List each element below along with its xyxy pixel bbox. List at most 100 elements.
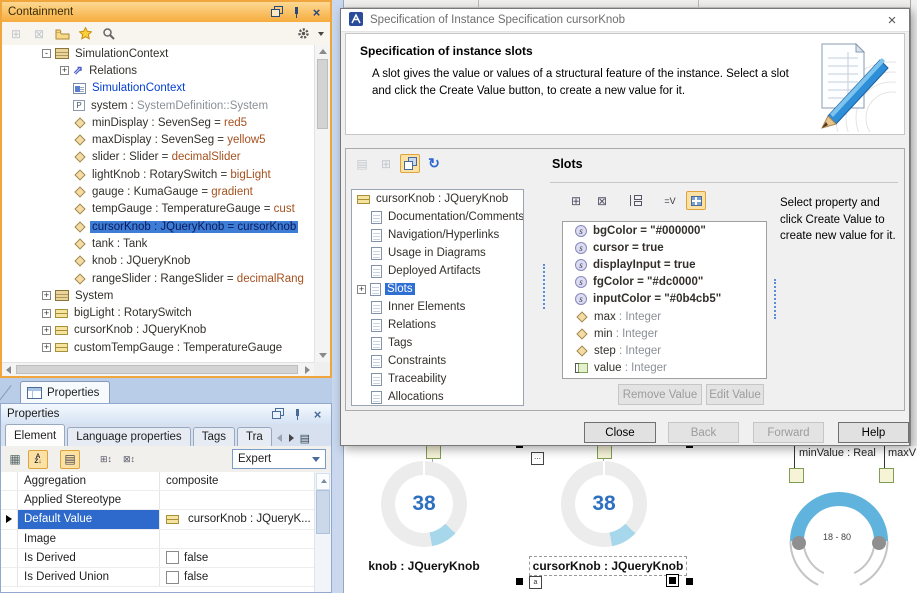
tab-list-menu-icon[interactable] (298, 430, 312, 446)
forward-button[interactable]: Forward (753, 422, 824, 443)
pin-panel-icon[interactable] (289, 5, 304, 19)
show-description-icon[interactable] (60, 450, 80, 469)
collapse-all-icon[interactable] (119, 450, 139, 469)
tree-item[interactable]: fgColor = "#dc0000" (563, 274, 766, 291)
tree-item[interactable]: Usage in Diagrams (352, 244, 523, 262)
gauge-port[interactable] (789, 468, 804, 483)
expand-nodes-icon[interactable] (566, 191, 586, 210)
float-panel-icon[interactable] (270, 407, 285, 421)
tree-item[interactable]: step : Integer (563, 342, 766, 359)
tree-item[interactable]: displayInput = true (563, 256, 766, 273)
property-name[interactable]: Image (18, 530, 160, 548)
filter-inherited-icon[interactable] (29, 24, 49, 43)
scrollbar-thumb[interactable] (317, 59, 328, 129)
help-button[interactable]: Help (838, 422, 909, 443)
tree-expander-icon[interactable]: + (42, 326, 51, 335)
copy-mode-icon[interactable] (400, 154, 420, 173)
tab-scroll-left-icon[interactable] (274, 430, 286, 446)
tree-item[interactable]: Inner Elements (352, 298, 523, 316)
tree-item[interactable]: knob : JQueryKnob (2, 253, 314, 270)
filter-structure-icon[interactable] (6, 24, 26, 43)
tree-expander-icon[interactable]: + (357, 285, 366, 294)
tree-item[interactable]: SimulationContext (2, 80, 314, 97)
tree-item[interactable]: inputColor = "#0b4cb5" (563, 291, 766, 308)
tree-item[interactable]: cursorKnob : JQueryKnob (352, 190, 523, 208)
scroll-up-icon[interactable] (316, 473, 330, 490)
property-value[interactable]: cursorKnob : JQueryK... (160, 510, 314, 528)
knob-widget[interactable]: 38 (561, 461, 647, 547)
float-panel-icon[interactable] (269, 5, 284, 19)
property-row[interactable]: Image (1, 530, 314, 549)
property-value[interactable]: false (160, 549, 314, 567)
refresh-icon[interactable] (424, 154, 444, 173)
property-value[interactable]: composite (160, 472, 314, 490)
pane-splitter[interactable] (774, 279, 776, 319)
property-row[interactable]: Applied Stereotype (1, 491, 314, 510)
knob-port[interactable] (597, 444, 612, 459)
properties-scrollbar[interactable] (314, 472, 331, 592)
knob-widget[interactable]: 38 (381, 461, 467, 547)
properties-mode-select[interactable]: Expert (232, 449, 326, 469)
property-row[interactable]: Default ValuecursorKnob : JQueryK... (1, 510, 314, 529)
tree-item[interactable]: slider : Slider = decimalSlider (2, 149, 314, 166)
categorized-view-icon[interactable] (5, 450, 25, 469)
knob-label-box[interactable]: cursorKnob : JQueryKnob (529, 556, 687, 576)
search-icon[interactable] (98, 24, 118, 43)
checkbox[interactable] (166, 571, 179, 584)
tree-item[interactable]: min : Integer (563, 325, 766, 342)
edit-value-button[interactable]: Edit Value (706, 384, 764, 405)
tree-item[interactable]: +System (2, 287, 314, 304)
grid-view-icon[interactable] (686, 191, 706, 210)
expand-all-icon[interactable] (96, 450, 116, 469)
hierarchy-icon[interactable] (626, 191, 646, 210)
remove-value-button[interactable]: Remove Value (618, 384, 702, 405)
containment-title-bar[interactable]: Containment (2, 2, 330, 22)
tree-item[interactable]: Allocations (352, 388, 523, 406)
pin-panel-icon[interactable] (290, 407, 305, 421)
scrollbar-thumb[interactable] (16, 365, 298, 374)
selection-handle[interactable] (686, 578, 693, 585)
close-panel-icon[interactable] (310, 407, 325, 421)
checkbox[interactable] (166, 551, 179, 564)
form-view-icon[interactable] (352, 154, 372, 173)
tree-expander-icon[interactable]: + (60, 66, 69, 75)
tree-expander-icon[interactable]: - (42, 49, 51, 58)
property-value[interactable] (160, 491, 314, 509)
tab-tags[interactable]: Tags (193, 427, 235, 446)
scrollbar-thumb[interactable] (316, 490, 330, 534)
tree-expander-icon[interactable]: + (42, 343, 51, 352)
tree-item[interactable]: rangeSlider : RangeSlider = decimalRang (2, 270, 314, 287)
selection-handle[interactable] (516, 578, 523, 585)
chevron-down-icon[interactable] (316, 24, 326, 43)
tree-item[interactable]: value : Integer (563, 360, 766, 377)
tree-item[interactable]: maxDisplay : SevenSeg = yellow5 (2, 131, 314, 148)
tree-item[interactable]: cursor = true (563, 239, 766, 256)
tree-item[interactable]: Deployed Artifacts (352, 262, 523, 280)
tree-expander-icon[interactable]: + (42, 291, 51, 300)
property-name[interactable]: Is Derived (18, 549, 160, 567)
tree-item[interactable]: tank : Tank (2, 235, 314, 252)
tree-view-icon[interactable] (376, 154, 396, 173)
dialog-title-bar[interactable]: Specification of Instance Specification … (341, 9, 909, 32)
pane-splitter[interactable] (543, 264, 545, 309)
tab-properties[interactable]: Properties (20, 381, 110, 404)
back-button[interactable]: Back (668, 422, 739, 443)
tree-item[interactable]: minDisplay : SevenSeg = red5 (2, 114, 314, 131)
containment-horizontal-scrollbar[interactable] (2, 362, 314, 376)
show-values-icon[interactable] (660, 191, 680, 210)
settings-gear-icon[interactable] (293, 24, 313, 43)
open-folder-icon[interactable] (52, 24, 72, 43)
knob-port[interactable] (426, 444, 441, 459)
tab-traceability[interactable]: Tra (237, 427, 272, 446)
tree-item[interactable]: gauge : KumaGauge = gradient (2, 183, 314, 200)
property-value[interactable]: false (160, 568, 314, 586)
tree-item[interactable]: +Relations (2, 62, 314, 79)
tab-scroll-right-icon[interactable] (286, 430, 298, 446)
tree-item[interactable]: Traceability (352, 370, 523, 388)
tree-item[interactable]: Relations (352, 316, 523, 334)
property-row[interactable]: Is Derived Unionfalse (1, 568, 314, 587)
tree-item[interactable]: Constraints (352, 352, 523, 370)
containment-vertical-scrollbar[interactable] (314, 45, 330, 362)
tree-item[interactable]: lightKnob : RotarySwitch = bigLight (2, 166, 314, 183)
tree-item[interactable]: +customTempGauge : TemperatureGauge (2, 339, 314, 356)
